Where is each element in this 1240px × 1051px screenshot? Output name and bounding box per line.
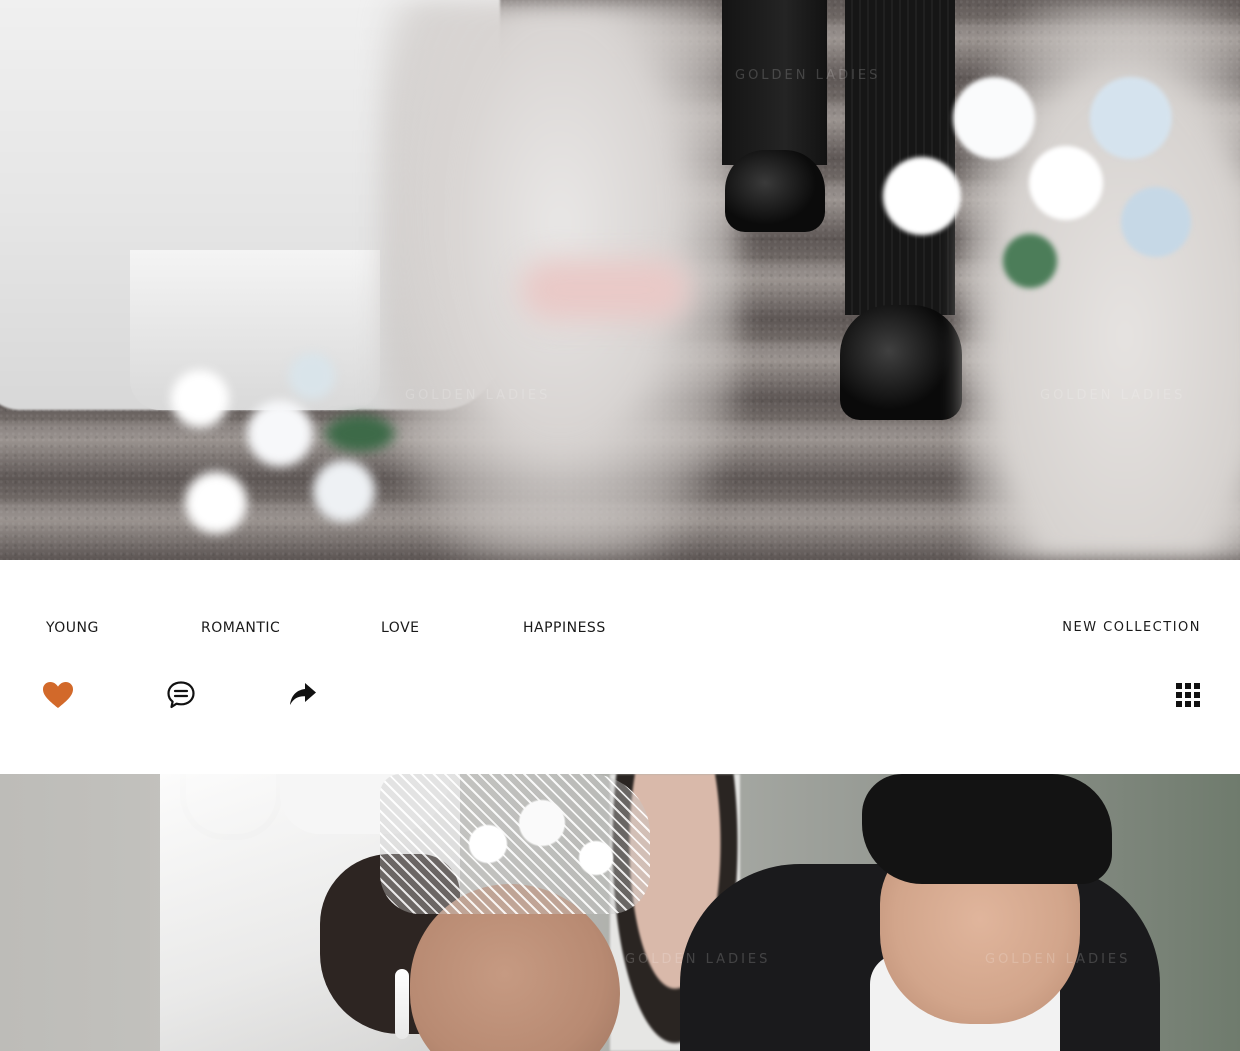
grid-menu-icon (1176, 683, 1200, 707)
lace-headpiece (380, 774, 650, 914)
grid-menu-button[interactable] (1171, 678, 1205, 712)
groom-shoe-left (725, 150, 825, 232)
pearl-earring (395, 969, 409, 1039)
comment-button[interactable] (164, 678, 198, 712)
tag-romantic[interactable]: ROMANTIC (201, 619, 280, 637)
watermark: GOLDEN LADIES (735, 68, 881, 83)
share-button[interactable] (286, 678, 320, 712)
tag-happiness[interactable]: HAPPINESS (523, 619, 606, 637)
info-band: YOUNG ROMANTIC LOVE HAPPINESS NEW COLLEC… (0, 560, 1240, 774)
bottom-photo: GOLDEN LADIES GOLDEN LADIES (0, 774, 1240, 1051)
chat-bubble-icon (167, 681, 195, 709)
groom-shoe-right (840, 305, 962, 420)
watermark: GOLDEN LADIES (1040, 388, 1186, 403)
new-collection-link[interactable]: NEW COLLECTION (1062, 619, 1201, 637)
top-photo: GOLDEN LADIES GOLDEN LADIES GOLDEN LADIE… (0, 0, 1240, 560)
groom-hair (862, 774, 1112, 884)
share-arrow-icon (290, 683, 316, 705)
tag-young[interactable]: YOUNG (46, 619, 99, 637)
watermark: GOLDEN LADIES (985, 952, 1131, 967)
watermark: GOLDEN LADIES (405, 388, 551, 403)
tag-love[interactable]: LOVE (381, 619, 420, 637)
pink-ribbon (520, 260, 690, 320)
heart-icon (43, 682, 73, 708)
watermark: GOLDEN LADIES (625, 952, 771, 967)
like-button[interactable] (41, 678, 75, 712)
page: GOLDEN LADIES GOLDEN LADIES GOLDEN LADIE… (0, 0, 1240, 1051)
bouquet-right (850, 40, 1210, 300)
bouquet-left (120, 330, 440, 560)
